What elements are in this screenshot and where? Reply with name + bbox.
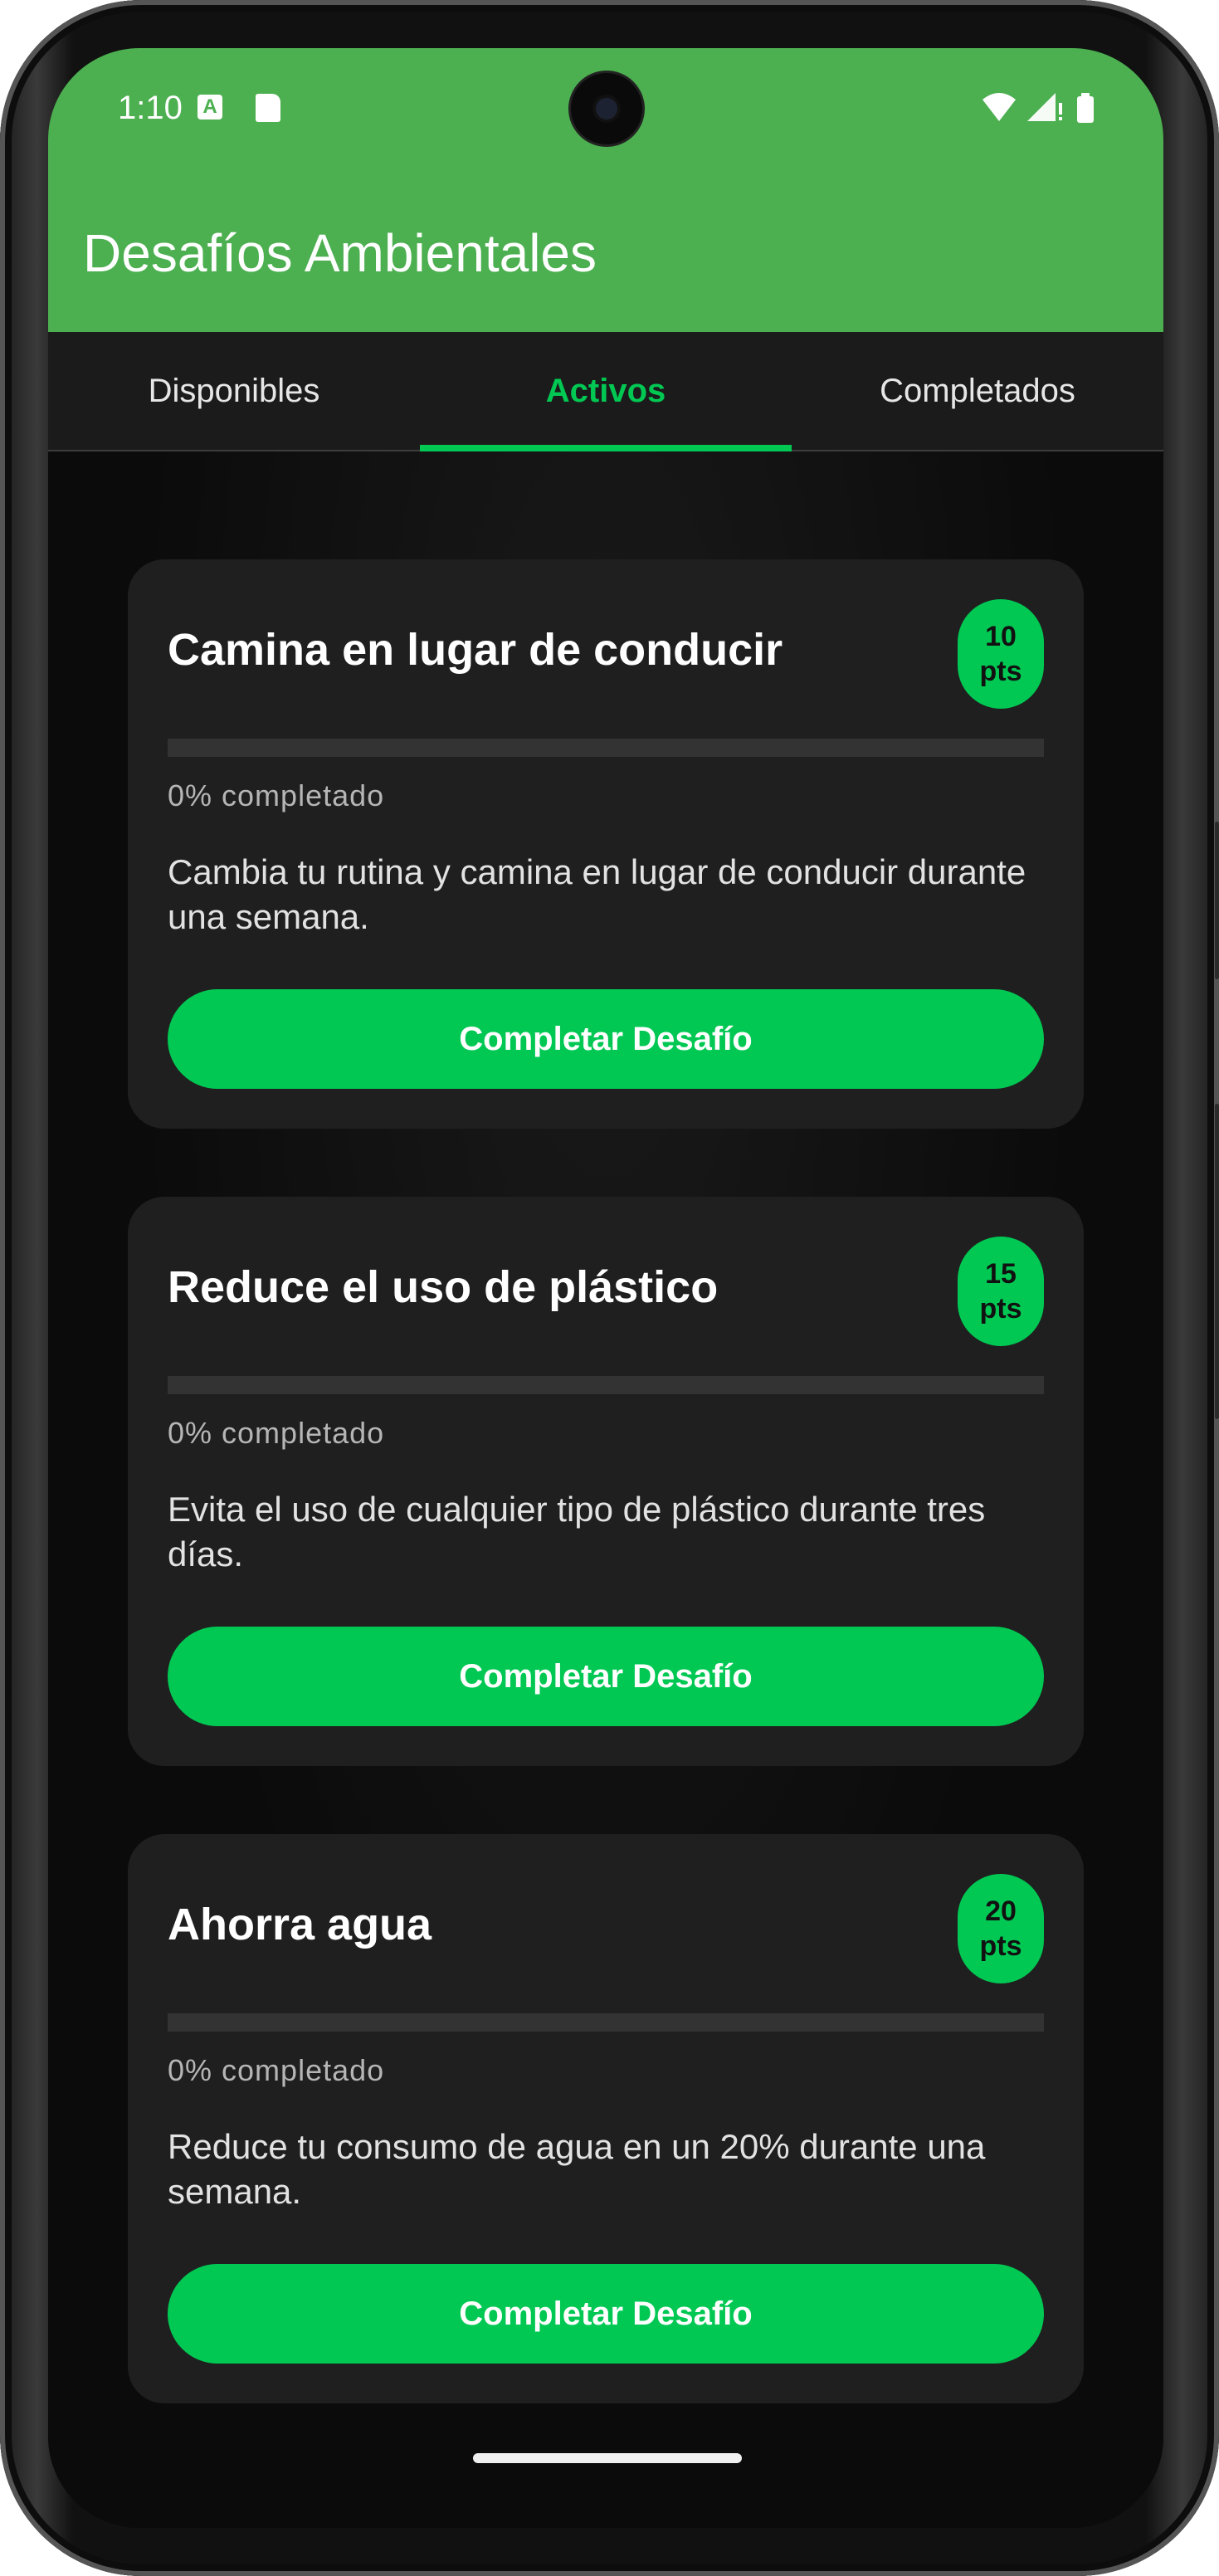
screen: 1:10 A Desafíos Ambientales Disponibles … — [48, 48, 1163, 2528]
challenge-description: Cambia tu rutina y camina en lugar de co… — [168, 852, 1026, 936]
points-value: 15 — [985, 1258, 1017, 1290]
points-unit: pts — [979, 1293, 1022, 1325]
tab-activos[interactable]: Activos — [420, 332, 792, 450]
challenge-card: Ahorra agua 20 pts 0% completado Reduce … — [128, 1834, 1084, 2403]
home-gesture-bar[interactable] — [473, 2453, 742, 2463]
points-unit: pts — [979, 1930, 1022, 1962]
challenge-description: Evita el uso de cualquier tipo de plásti… — [168, 1490, 986, 1573]
points-value: 20 — [985, 1895, 1017, 1927]
challenge-card: Camina en lugar de conducir 10 pts 0% co… — [128, 559, 1084, 1129]
challenge-title: Camina en lugar de conducir — [168, 625, 783, 675]
progress-bar — [168, 1376, 1044, 1394]
challenge-card: Reduce el uso de plástico 15 pts 0% comp… — [128, 1197, 1084, 1766]
progress-label: 0% completado — [168, 778, 385, 812]
notification-a-icon: A — [197, 95, 222, 120]
points-unit: pts — [979, 656, 1022, 687]
challenge-list: Camina en lugar de conducir 10 pts 0% co… — [48, 451, 1163, 2528]
app-bar: 1:10 A Desafíos Ambientales — [48, 48, 1163, 332]
status-bar: 1:10 A — [48, 48, 1163, 181]
front-camera — [571, 73, 642, 144]
signal-icon — [1027, 93, 1056, 121]
points-value: 10 — [985, 621, 1017, 652]
challenge-description: Reduce tu consumo de agua en un 20% dura… — [168, 2127, 986, 2211]
signal-alert-icon — [1059, 103, 1062, 115]
progress-label: 0% completado — [168, 2053, 385, 2087]
points-badge: 10 pts — [958, 599, 1044, 709]
active-tab-indicator — [420, 445, 792, 451]
volume-button — [1215, 1104, 1219, 1419]
battery-icon — [1077, 96, 1094, 123]
power-button — [1215, 822, 1219, 979]
wifi-icon — [983, 93, 1016, 121]
progress-label: 0% completado — [168, 1416, 385, 1450]
status-time: 1:10 — [118, 90, 183, 126]
phone-frame: 1:10 A Desafíos Ambientales Disponibles … — [0, 0, 1219, 2576]
tab-disponibles[interactable]: Disponibles — [48, 332, 420, 450]
complete-challenge-button[interactable]: Completar Desafío — [168, 2264, 1044, 2364]
page-title: Desafíos Ambientales — [83, 223, 597, 283]
complete-challenge-button[interactable]: Completar Desafío — [168, 989, 1044, 1089]
tab-completados[interactable]: Completados — [792, 332, 1163, 450]
challenge-title: Reduce el uso de plástico — [168, 1262, 719, 1312]
progress-bar — [168, 739, 1044, 757]
complete-challenge-button[interactable]: Completar Desafío — [168, 1627, 1044, 1726]
points-badge: 15 pts — [958, 1237, 1044, 1346]
sd-card-icon — [256, 94, 280, 122]
progress-bar — [168, 2013, 1044, 2032]
tab-bar: Disponibles Activos Completados — [48, 332, 1163, 451]
points-badge: 20 pts — [958, 1874, 1044, 1983]
challenge-title: Ahorra agua — [168, 1900, 432, 1949]
system-status-icons — [983, 93, 1094, 123]
